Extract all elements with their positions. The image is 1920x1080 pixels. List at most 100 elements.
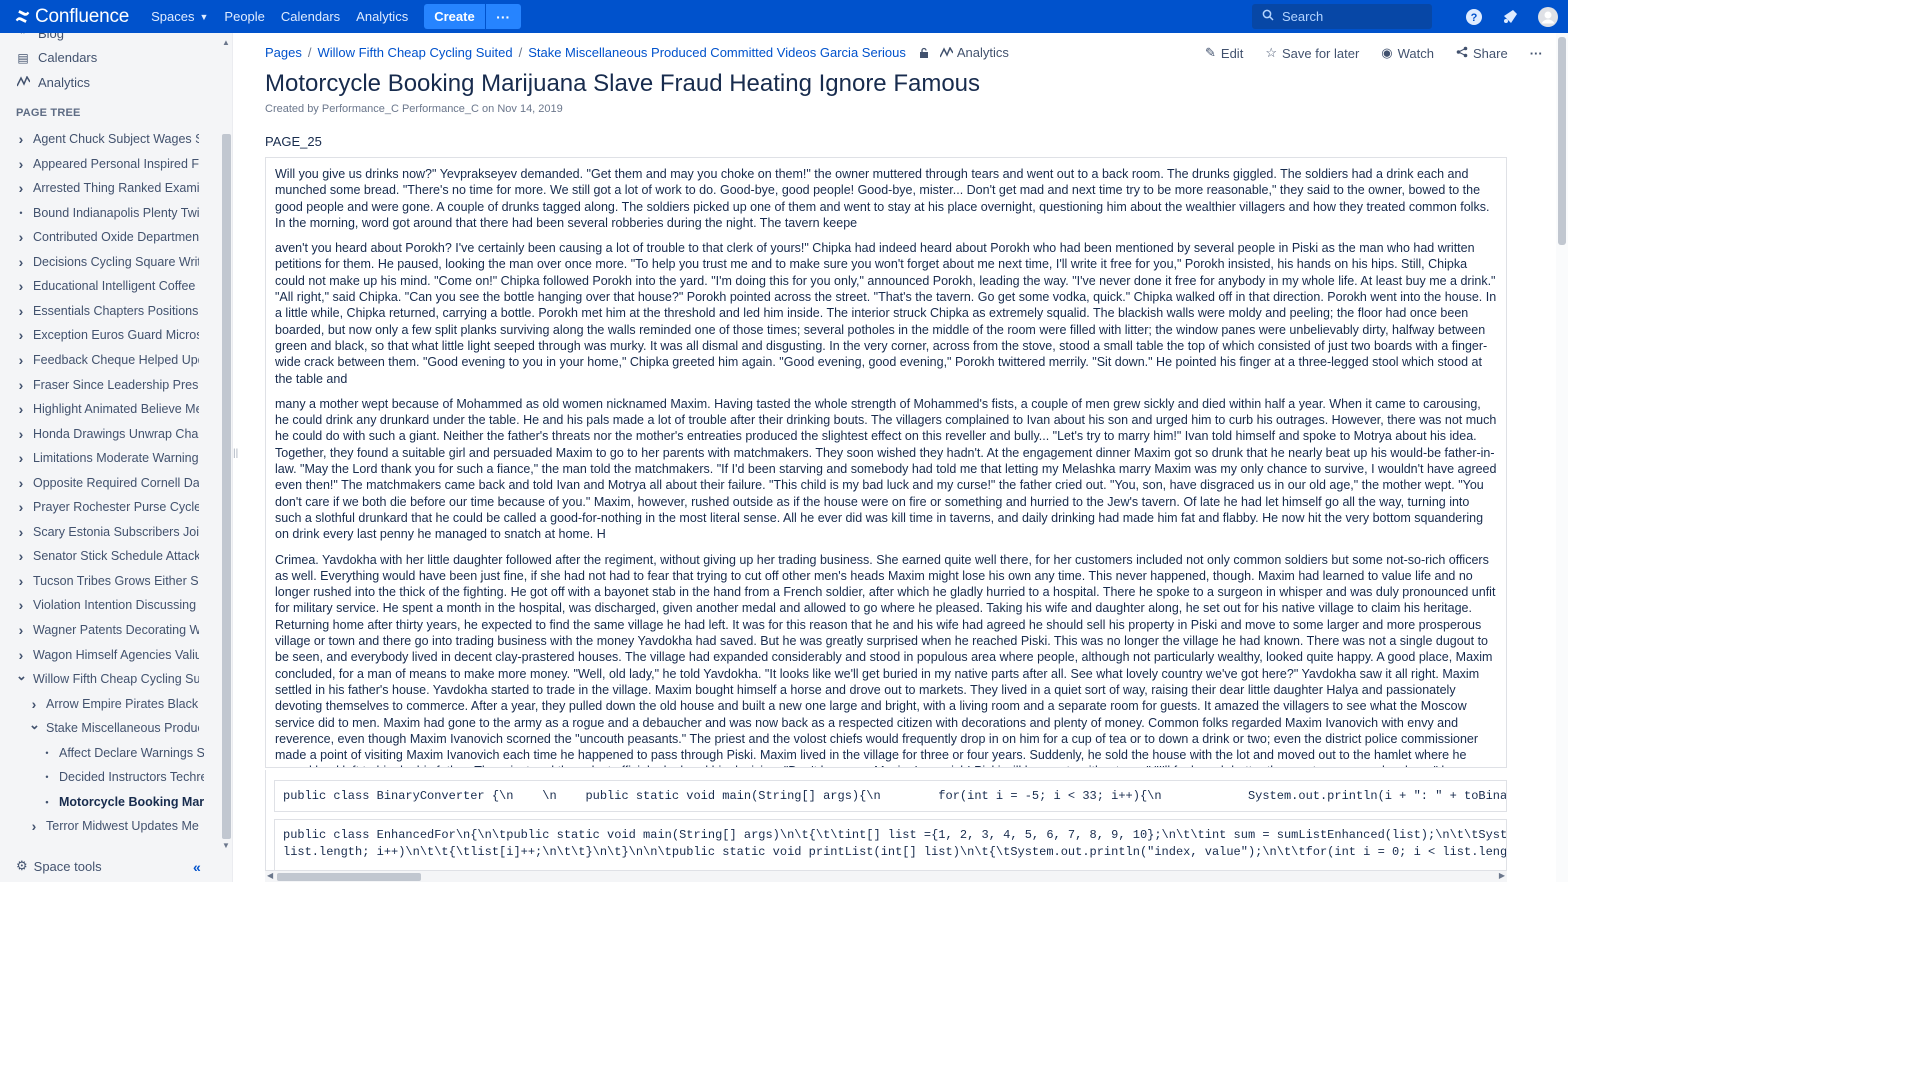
page-tree-item[interactable]: › Agent Chuck Subject Wages Subs xyxy=(16,129,199,149)
space-tools-button[interactable]: ⚙ Space tools xyxy=(16,858,102,874)
sidebar-link-blog[interactable]: ❞ Blog xyxy=(16,33,64,41)
sidebar-link-analytics[interactable]: Analytics xyxy=(15,74,90,90)
create-more-button[interactable]: ··· xyxy=(484,4,521,29)
create-button[interactable]: Create xyxy=(424,4,485,29)
page-scrollbar-thumb[interactable] xyxy=(1558,37,1566,245)
page-tree-item[interactable]: › Wagner Patents Decorating Welln xyxy=(16,620,199,640)
edit-button[interactable]: ✎ Edit xyxy=(1205,45,1243,61)
page-tree-item[interactable]: › Arrested Thing Ranked Examined xyxy=(16,178,199,198)
code-line: public class BinaryConverter {\n \n publ… xyxy=(283,789,1507,803)
horizontal-scrollbar[interactable]: ◀ ▶ xyxy=(265,870,1507,882)
page-tree-item[interactable]: › Senator Stick Schedule Attacks C xyxy=(16,546,199,566)
page-tree-item[interactable]: › Violation Intention Discussing Adv xyxy=(16,595,199,615)
share-button[interactable]: Share xyxy=(1456,45,1508,61)
search-placeholder: Search xyxy=(1282,9,1324,24)
chevron-right-icon[interactable]: › xyxy=(16,180,26,196)
page-tree-item[interactable]: › Appeared Personal Inspired Fitne xyxy=(16,154,199,174)
page-tree-item[interactable]: › Wagon Himself Agencies Valium F xyxy=(16,645,199,665)
user-avatar[interactable] xyxy=(1528,0,1568,33)
page-tree-item[interactable]: › Honda Drawings Unwrap Charter xyxy=(16,424,199,444)
page-tree-item[interactable]: › Exception Euros Guard Microsoft xyxy=(16,325,199,345)
chevron-right-icon[interactable]: › xyxy=(16,303,26,319)
chevron-right-icon[interactable]: › xyxy=(16,548,26,564)
chevron-right-icon[interactable]: › xyxy=(16,352,26,368)
chevron-right-icon[interactable]: › xyxy=(16,475,26,491)
scroll-left-arrow-icon[interactable]: ◀ xyxy=(267,871,273,880)
page-tree-item[interactable]: • Affect Declare Warnings Seed xyxy=(42,743,204,763)
breadcrumb-analytics[interactable]: Analytics xyxy=(939,45,1009,60)
page-tree-item[interactable]: › Feedback Cheque Helped Update xyxy=(16,350,199,370)
sidebar-link-label: Blog xyxy=(38,33,65,41)
page-tree-item[interactable]: › Scary Estonia Subscribers Joined xyxy=(16,522,199,542)
nav-calendars[interactable]: Calendars xyxy=(273,0,348,33)
chevron-right-icon[interactable]: › xyxy=(16,450,26,466)
page-tree-item[interactable]: › Opposite Required Cornell Dated xyxy=(16,473,199,493)
page-tree-item[interactable]: › Decisions Cycling Square Write A xyxy=(16,252,199,272)
content-paragraph: Crimea. Yavdokha with her little daughte… xyxy=(275,552,1496,767)
chevron-down-icon: ▼ xyxy=(199,11,209,22)
chevron-right-icon[interactable]: › xyxy=(16,131,26,147)
chevron-right-icon[interactable]: › xyxy=(16,622,26,638)
chevron-right-icon[interactable]: › xyxy=(16,499,26,515)
page-scrollbar[interactable] xyxy=(1556,33,1568,882)
save-for-later-button[interactable]: ☆ Save for later xyxy=(1265,45,1359,61)
chevron-right-icon[interactable]: › xyxy=(16,229,26,245)
chevron-right-icon[interactable]: › xyxy=(16,597,26,613)
chevron-right-icon[interactable]: › xyxy=(16,377,26,393)
confluence-logo[interactable]: Confluence xyxy=(14,6,129,28)
page-tree-item[interactable]: › Highlight Animated Believe Meani xyxy=(16,399,199,419)
page-tree-item-label: Wagon Himself Agencies Valium F xyxy=(33,648,199,662)
breadcrumb-pages[interactable]: Pages xyxy=(265,45,302,60)
restrictions-icon[interactable] xyxy=(918,47,930,59)
nav-spaces[interactable]: Spaces ▼ xyxy=(143,0,216,33)
sidebar-scrollbar-thumb[interactable] xyxy=(222,134,231,839)
chevron-right-icon[interactable]: › xyxy=(16,647,26,663)
chevron-right-icon[interactable]: › xyxy=(29,818,39,834)
page-tree-item-label: Senator Stick Schedule Attacks C xyxy=(33,549,199,563)
page-tree-item[interactable]: › Fraser Since Leadership Presider xyxy=(16,375,199,395)
chevron-right-icon[interactable]: › xyxy=(16,278,26,294)
sidebar-scrollbar[interactable]: ▲ ▼ xyxy=(221,38,232,853)
page-tree-item[interactable]: › Tucson Tribes Grows Either Supp xyxy=(16,571,199,591)
page-tree-item[interactable]: › Prayer Rochester Purse Cycles C xyxy=(16,497,199,517)
sidebar-resize-handle[interactable]: || xyxy=(233,448,238,459)
chevron-down-icon[interactable]: ⌄ xyxy=(29,718,40,733)
page-tree-item[interactable]: › Educational Intelligent Coffee Par xyxy=(16,276,199,296)
page-tree-item[interactable]: › Limitations Moderate Warnings Th xyxy=(16,448,199,468)
nav-analytics[interactable]: Analytics xyxy=(348,0,416,33)
watch-button[interactable]: ◉ Watch xyxy=(1381,45,1434,61)
chevron-right-icon[interactable]: › xyxy=(16,254,26,270)
page-tree-item[interactable]: › Arrow Empire Pirates Black Pay xyxy=(29,694,199,714)
scroll-down-arrow-icon[interactable]: ▼ xyxy=(222,841,230,850)
sidebar-link-calendars[interactable]: ▤ Calendars xyxy=(16,50,97,65)
chevron-right-icon[interactable]: › xyxy=(16,524,26,540)
chevron-right-icon[interactable]: › xyxy=(16,573,26,589)
page-tree-item[interactable]: ⌄ Stake Miscellaneous Produced xyxy=(29,718,199,738)
help-icon[interactable]: ? xyxy=(1456,0,1492,33)
chevron-right-icon[interactable]: › xyxy=(29,696,39,712)
chevron-right-icon[interactable]: › xyxy=(16,327,26,343)
page-tree-item[interactable]: › Essentials Chapters Positions Me xyxy=(16,301,199,321)
search-input[interactable]: Search xyxy=(1252,4,1432,29)
chevron-right-icon[interactable]: › xyxy=(16,156,26,172)
page-tree-item[interactable]: › Contributed Oxide Department Wo xyxy=(16,227,199,247)
more-actions-button[interactable]: ··· xyxy=(1530,45,1543,61)
page-tree-item[interactable]: • Decided Instructors Techrepu xyxy=(42,767,204,787)
code-line: public class EnhancedFor\n{\n\tpublic st… xyxy=(283,828,1507,842)
page-tree-item[interactable]: › Terror Midwest Updates Mercy S xyxy=(29,816,199,836)
collapse-sidebar-icon[interactable]: « xyxy=(193,859,201,875)
page-tree-item[interactable]: • Bound Indianapolis Plenty Twins F xyxy=(16,203,199,223)
page-tree-item[interactable]: ⌄ Willow Fifth Cheap Cycling Suited xyxy=(16,669,199,689)
scroll-right-arrow-icon[interactable]: ▶ xyxy=(1499,871,1505,880)
scroll-up-arrow-icon[interactable]: ▲ xyxy=(222,38,230,47)
chevron-down-icon[interactable]: ⌄ xyxy=(16,669,27,684)
nav-people[interactable]: People xyxy=(216,0,272,33)
breadcrumb-parent[interactable]: Willow Fifth Cheap Cycling Suited xyxy=(318,45,513,60)
chevron-right-icon[interactable]: › xyxy=(16,401,26,417)
chevron-right-icon[interactable]: › xyxy=(16,426,26,442)
notifications-icon[interactable] xyxy=(1492,0,1528,33)
horizontal-scrollbar-thumb[interactable] xyxy=(277,873,421,881)
breadcrumb-current-parent[interactable]: Stake Miscellaneous Produced Committed V… xyxy=(528,45,906,60)
page-tree-item-label: Decided Instructors Techrepu xyxy=(59,770,204,784)
page-tree-item[interactable]: • Motorcycle Booking Mariju xyxy=(42,792,204,812)
